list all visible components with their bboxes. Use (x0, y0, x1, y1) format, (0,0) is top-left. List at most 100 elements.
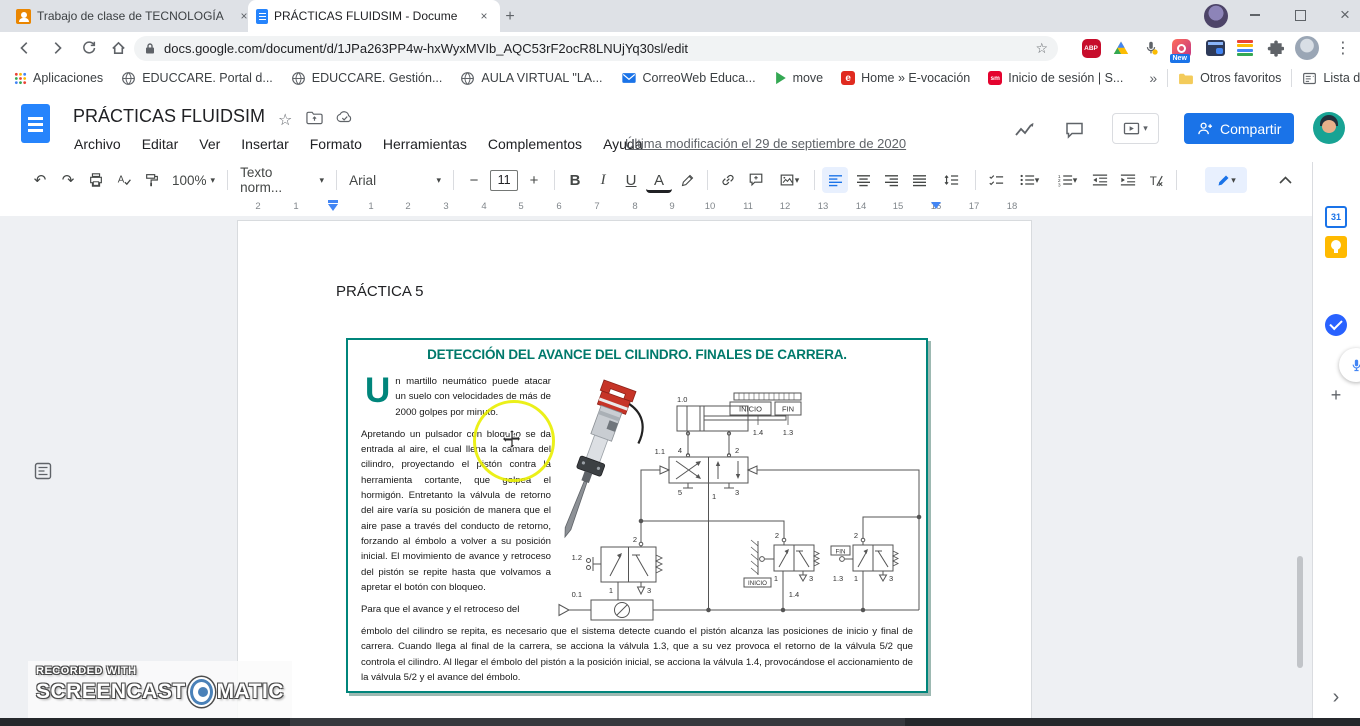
justify-button[interactable] (906, 167, 932, 193)
tasks-icon[interactable] (1325, 314, 1347, 336)
document-page[interactable]: PRÁCTICA 5 DETECCIÓN DEL AVANCE DEL CILI… (237, 220, 1032, 726)
address-bar[interactable]: docs.google.com/document/d/1JPa263PP4w-h… (134, 36, 1058, 61)
bookmark-apps[interactable]: Aplicaciones (14, 71, 103, 85)
bookmark-aula-virtual[interactable]: AULA VIRTUAL "LA... (460, 71, 603, 86)
menu-editar[interactable]: Editar (142, 136, 179, 152)
practice-figure[interactable]: DETECCIÓN DEL AVANCE DEL CILINDRO. FINAL… (346, 338, 928, 693)
font-size-input[interactable]: 11 (490, 169, 519, 191)
line-spacing-button[interactable] (934, 167, 968, 193)
reading-list-button[interactable]: Lista de lectura (1302, 71, 1360, 86)
bookmark-evocacion[interactable]: e Home » E-vocación (841, 71, 970, 85)
align-right-button[interactable] (878, 167, 904, 193)
bookmark-sm[interactable]: sm Inicio de sesión | S... (988, 71, 1123, 85)
bulleted-list-button[interactable]: ▾ (1011, 167, 1047, 193)
bookmark-educcare-portal[interactable]: EDUCCARE. Portal d... (121, 71, 273, 86)
menu-formato[interactable]: Formato (310, 136, 362, 152)
extensions-menu[interactable] (1262, 35, 1288, 61)
increase-indent-button[interactable] (1115, 167, 1141, 193)
menu-insertar[interactable]: Insertar (241, 136, 288, 152)
redo-button[interactable]: ↷ (55, 167, 81, 193)
profile-avatar[interactable] (1294, 35, 1320, 61)
increase-font-button[interactable]: + (521, 167, 547, 193)
mail-icon (621, 73, 636, 83)
bookmark-educcare-gestion[interactable]: EDUCCARE. Gestión... (291, 71, 442, 86)
new-tab-button[interactable]: + (498, 5, 522, 29)
menu-archivo[interactable]: Archivo (74, 136, 121, 152)
tab-docs[interactable]: PRÁCTICAS FLUIDSIM - Docume × (248, 0, 500, 32)
document-stats-button[interactable] (1010, 116, 1038, 144)
hide-panel-button[interactable]: › (1325, 686, 1347, 708)
underline-button[interactable]: U (618, 167, 644, 193)
share-button[interactable]: Compartir (1184, 113, 1295, 144)
window-minimize-button[interactable] (1233, 0, 1277, 30)
tab-classroom[interactable]: Trabajo de clase de TECNOLOGÍA × (8, 0, 260, 32)
bookmarks-overflow-button[interactable]: » (1149, 70, 1157, 86)
insert-image-button[interactable]: ▾ (771, 167, 807, 193)
browser-menu-button[interactable]: ⋮ (1330, 35, 1356, 61)
ruler[interactable]: 2 1 1 2 3 4 5 6 7 8 9 10 11 12 13 14 15 … (0, 198, 1312, 217)
right-margin-marker[interactable] (931, 202, 941, 209)
window-restore-button[interactable] (1278, 0, 1322, 30)
paragraph-style-select[interactable]: Texto norm... ▾ (234, 165, 330, 195)
window-close-button[interactable]: × (1323, 0, 1360, 30)
decrease-indent-button[interactable] (1087, 167, 1113, 193)
calendar-icon[interactable]: 31 (1325, 206, 1347, 228)
text-color-button[interactable]: A (646, 170, 673, 193)
present-button[interactable]: ▾ (1112, 113, 1159, 144)
docs-logo[interactable] (21, 104, 50, 143)
bookmark-correoweb[interactable]: CorreoWeb Educa... (621, 71, 756, 85)
paint-format-button[interactable] (139, 167, 165, 193)
cloud-saved-icon[interactable] (336, 110, 354, 124)
move-to-folder-icon[interactable] (306, 110, 323, 125)
back-button[interactable] (12, 35, 38, 61)
menu-herramientas[interactable]: Herramientas (383, 136, 467, 152)
practice-heading[interactable]: PRÁCTICA 5 (336, 283, 424, 300)
print-button[interactable] (83, 167, 109, 193)
bookmark-move[interactable]: move (774, 71, 823, 85)
document-title[interactable]: PRÁCTICAS FLUIDSIM (73, 106, 265, 127)
insert-link-button[interactable] (715, 167, 741, 193)
italic-button[interactable]: I (590, 167, 616, 193)
align-center-button[interactable] (850, 167, 876, 193)
extension-capture[interactable] (1202, 35, 1228, 61)
collapse-toolbar-button[interactable] (1272, 167, 1298, 193)
extension-voice[interactable] (1138, 35, 1164, 61)
tab-close-icon[interactable]: × (476, 8, 492, 24)
checklist-button[interactable] (983, 167, 1009, 193)
align-left-button[interactable] (822, 167, 849, 193)
left-margin-marker[interactable] (328, 204, 338, 211)
numbered-list-button[interactable]: 123 ▾ (1049, 167, 1085, 193)
clear-formatting-button[interactable]: T (1143, 167, 1169, 193)
last-modified-link[interactable]: Última modificación el 29 de septiembre … (625, 136, 906, 151)
other-favorites-folder[interactable]: Otros favoritos (1178, 71, 1281, 85)
editing-mode-button[interactable]: ▾ (1205, 167, 1247, 193)
voice-input-button[interactable] (1339, 348, 1360, 382)
spellcheck-button[interactable]: A (111, 167, 137, 193)
highlight-color-button[interactable] (674, 167, 700, 193)
star-document-icon[interactable]: ☆ (278, 110, 292, 130)
bookmark-star-icon[interactable]: ☆ (1035, 40, 1048, 57)
menu-complementos[interactable]: Complementos (488, 136, 582, 152)
extension-colorful[interactable] (1232, 35, 1258, 61)
add-comment-button[interactable] (743, 167, 769, 193)
comments-button[interactable] (1060, 116, 1088, 144)
extension-screencast[interactable]: New (1168, 35, 1194, 63)
menu-ver[interactable]: Ver (199, 136, 220, 152)
account-avatar[interactable] (1313, 112, 1345, 144)
titlebar-avatar[interactable] (1204, 4, 1228, 28)
reload-button[interactable] (76, 35, 102, 61)
extension-adblock[interactable]: ABP (1078, 35, 1104, 61)
bold-button[interactable]: B (562, 167, 588, 193)
home-button[interactable] (105, 35, 131, 61)
decrease-font-button[interactable]: − (461, 167, 487, 193)
extension-drive[interactable] (1108, 35, 1134, 61)
add-addon-button[interactable]: + (1325, 384, 1347, 406)
first-line-indent-marker[interactable] (328, 200, 338, 203)
vertical-scrollbar[interactable] (1297, 556, 1303, 668)
font-select[interactable]: Arial ▾ (343, 167, 447, 193)
show-outline-button[interactable] (34, 462, 52, 480)
zoom-select[interactable]: 100% ▾ (166, 167, 221, 193)
keep-icon[interactable] (1325, 236, 1347, 258)
forward-button[interactable] (44, 35, 70, 61)
undo-button[interactable]: ↶ (27, 167, 53, 193)
